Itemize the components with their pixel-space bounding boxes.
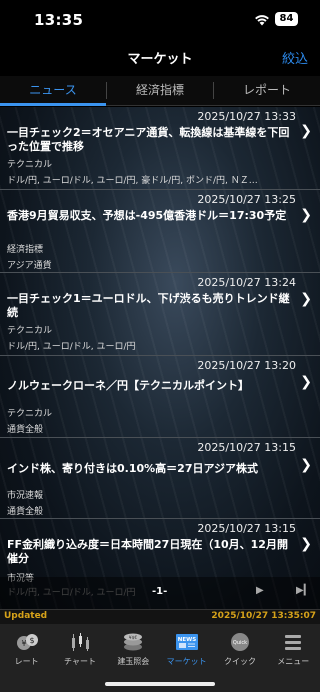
svg-text:Quick: Quick [233, 640, 247, 646]
segment-tabs: ニュース 経済指標 レポート [0, 76, 320, 106]
next-page-icon[interactable]: ▶ [256, 585, 264, 596]
news-icon: NEWS [175, 634, 198, 650]
chevron-right-icon: ❯ [300, 291, 312, 307]
tab-reports[interactable]: レポート [214, 76, 320, 105]
tabbar-label: マーケット [166, 657, 207, 666]
page-indicator: -1- [152, 586, 168, 597]
updated-timestamp: 2025/10/27 13:35:07 [211, 611, 316, 621]
updated-label: Updated [4, 611, 48, 621]
home-indicator[interactable] [105, 682, 215, 686]
news-headline: ノルウェークローネ／円【テクニカルポイント】 [7, 379, 249, 392]
chart-icon [71, 633, 89, 651]
chevron-right-icon: ❯ [300, 123, 312, 139]
news-list: 2025/10/27 13:33 一目チェック2＝オセアニア通貨、転換線は基準線… [0, 107, 320, 609]
news-headline: 一目チェック1＝ユーロドル、下げ渋るも売りトレンド継続 [7, 292, 290, 319]
filter-button[interactable]: 絞込 [282, 48, 308, 67]
pager: -1- ▶ ▶▎ [0, 577, 320, 609]
tabbar-quick[interactable]: Quick クイック [213, 624, 266, 692]
battery-icon: 84 [275, 12, 298, 26]
svg-text:¥: ¥ [21, 639, 26, 648]
svg-text:$: $ [29, 636, 34, 645]
news-category: 経済指標 [7, 245, 44, 255]
page-title: マーケット [127, 52, 193, 67]
status-time: 13:35 [34, 11, 84, 29]
news-currencies: 通貨全般 [7, 507, 44, 517]
news-timestamp: 2025/10/27 13:24 [197, 276, 296, 289]
wifi-icon [255, 15, 269, 26]
news-item[interactable]: 2025/10/27 13:15 インド株、寄り付きは0.10%高＝27日アジア… [0, 438, 320, 519]
chevron-right-icon: ❯ [300, 457, 312, 473]
chevron-right-icon: ❯ [300, 207, 312, 223]
updated-bar: Updated 2025/10/27 13:35:07 [0, 609, 320, 624]
news-currencies: ドル/円, ユーロ/ドル, ユーロ/円, 豪ドル/円, ポンド/円, ＮＺ… [7, 176, 258, 186]
news-timestamp: 2025/10/27 13:15 [197, 441, 296, 454]
news-headline: 香港9月貿易収支、予想は-495億香港ドル＝17:30予定 [7, 209, 287, 222]
news-timestamp: 2025/10/27 13:20 [197, 359, 296, 372]
chevron-right-icon: ❯ [300, 536, 312, 552]
nav-bar: マーケット 絞込 [0, 40, 320, 76]
quick-icon: Quick [230, 633, 249, 651]
news-currencies: 通貨全般 [7, 425, 44, 435]
news-category: テクニカル [7, 409, 53, 419]
news-headline: 一目チェック2＝オセアニア通貨、転換線は基準線を下回った位置で推移 [7, 126, 290, 153]
news-timestamp: 2025/10/27 13:15 [197, 522, 296, 535]
svg-text:¥$€: ¥$€ [129, 635, 138, 641]
tabbar-rate[interactable]: ¥ $ レート [0, 624, 53, 692]
tabbar-label: チャート [64, 657, 96, 666]
news-timestamp: 2025/10/27 13:33 [197, 110, 296, 123]
menu-icon [285, 635, 302, 650]
svg-text:NEWS: NEWS [177, 637, 195, 643]
status-bar: 13:35 84 [0, 0, 320, 40]
position-icon: ¥$€ [124, 633, 143, 651]
news-item[interactable]: 2025/10/27 13:25 香港9月貿易収支、予想は-495億香港ドル＝1… [0, 190, 320, 273]
tabbar-label: メニュー [277, 657, 310, 666]
news-currencies: アジア通貨 [7, 261, 52, 271]
tab-economic-indicators[interactable]: 経済指標 [107, 76, 213, 105]
tabbar-label: クイック [223, 657, 256, 666]
news-currencies: ドル/円, ユーロ/ドル, ユーロ/円 [7, 342, 136, 352]
news-category: テクニカル [7, 160, 53, 170]
tabbar-menu[interactable]: メニュー [267, 624, 320, 692]
news-category: テクニカル [7, 326, 53, 336]
news-item[interactable]: 2025/10/27 13:33 一目チェック2＝オセアニア通貨、転換線は基準線… [0, 107, 320, 190]
news-timestamp: 2025/10/27 13:25 [197, 193, 296, 206]
news-item[interactable]: 2025/10/27 13:24 一目チェック1＝ユーロドル、下げ渋るも売りトレ… [0, 273, 320, 356]
news-item[interactable]: 2025/10/27 13:20 ノルウェークローネ／円【テクニカルポイント】 … [0, 356, 320, 438]
chevron-right-icon: ❯ [300, 374, 312, 390]
tabbar-label: レート [14, 657, 39, 666]
news-category: 市況速報 [7, 491, 44, 501]
rate-icon: ¥ $ [16, 634, 38, 650]
news-headline: FF金利織り込み度＝日本時間27日現在（10月、12月開催分 [7, 538, 288, 565]
news-headline: インド株、寄り付きは0.10%高＝27日アジア株式 [7, 462, 259, 475]
tabbar-label: 建玉照会 [117, 657, 150, 666]
tabbar-chart[interactable]: チャート [53, 624, 106, 692]
last-page-icon[interactable]: ▶▎ [296, 585, 311, 596]
tab-news[interactable]: ニュース [0, 76, 106, 106]
